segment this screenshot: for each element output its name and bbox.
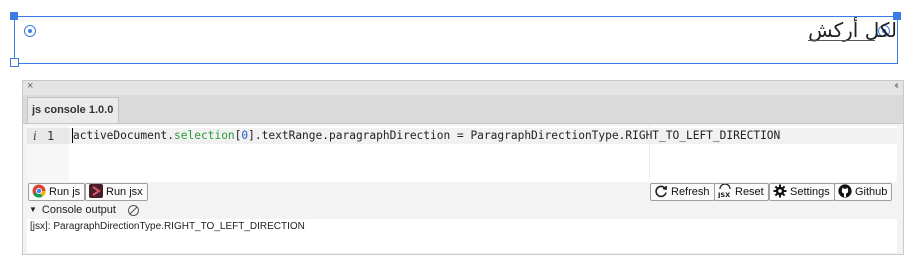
frame-handle-top-left[interactable] [10,12,18,20]
console-output-header[interactable]: ▼ Console output [29,204,116,216]
frame-text-content[interactable]: لكل أركش [808,18,897,42]
code-token-property: selection [174,129,235,142]
close-panel-icon[interactable]: × [27,80,33,92]
text-caret [72,128,73,143]
clear-console-icon[interactable] [128,205,139,216]
github-label: Github [855,186,888,198]
reset-label: Reset [735,186,764,198]
panel-tab-strip: js console 1.0.0 [23,95,903,124]
frame-anchor-icon [24,25,36,37]
console-output: [jsx]: ParagraphDirectionType.RIGHT_TO_L… [27,219,897,253]
extendscript-icon [89,184,103,198]
github-button[interactable]: Github [834,183,893,201]
reset-button[interactable]: JSX Reset [714,183,769,201]
code-line-1[interactable]: activeDocument.selection[0].textRange.pa… [73,129,780,142]
js-console-panel: × ‹‹ js console 1.0.0 i 1 activeDocument… [22,80,904,255]
panel-titlebar: × ‹‹ [23,80,903,96]
run-js-button[interactable]: Run js [28,183,86,201]
code-token: ].textRange.paragraphDirection = Paragra… [248,129,781,142]
refresh-button[interactable]: Refresh [650,183,715,201]
editor-gutter: i 1 [27,126,69,182]
editor-print-margin [649,126,650,182]
tab-js-console[interactable]: js console 1.0.0 [27,97,119,123]
code-token: activeDocument. [73,129,175,142]
disclosure-triangle-icon[interactable]: ▼ [29,205,37,214]
run-jsx-button[interactable]: Run jsx [85,183,148,201]
collapse-panel-icon[interactable]: ‹‹ [894,80,898,91]
line-number: 1 [47,129,55,143]
console-output-label: Console output [41,204,116,216]
svg-text:JSX: JSX [718,191,730,198]
info-marker-icon: i [33,129,37,143]
code-editor[interactable]: i 1 activeDocument.selection[0].textRang… [27,126,897,182]
refresh-icon [655,185,668,198]
frame-in-port[interactable] [10,58,19,67]
run-js-label: Run js [49,186,81,198]
console-output-line: [jsx]: ParagraphDirectionType.RIGHT_TO_L… [30,221,305,232]
run-jsx-label: Run jsx [106,186,143,198]
github-icon [838,184,852,198]
settings-button[interactable]: Settings [769,183,835,201]
settings-label: Settings [790,186,830,198]
chrome-icon [32,184,46,198]
text-frame-selection[interactable] [14,16,898,64]
refresh-label: Refresh [671,186,710,198]
gear-icon [773,184,787,198]
jsx-icon: JSX [718,184,731,198]
